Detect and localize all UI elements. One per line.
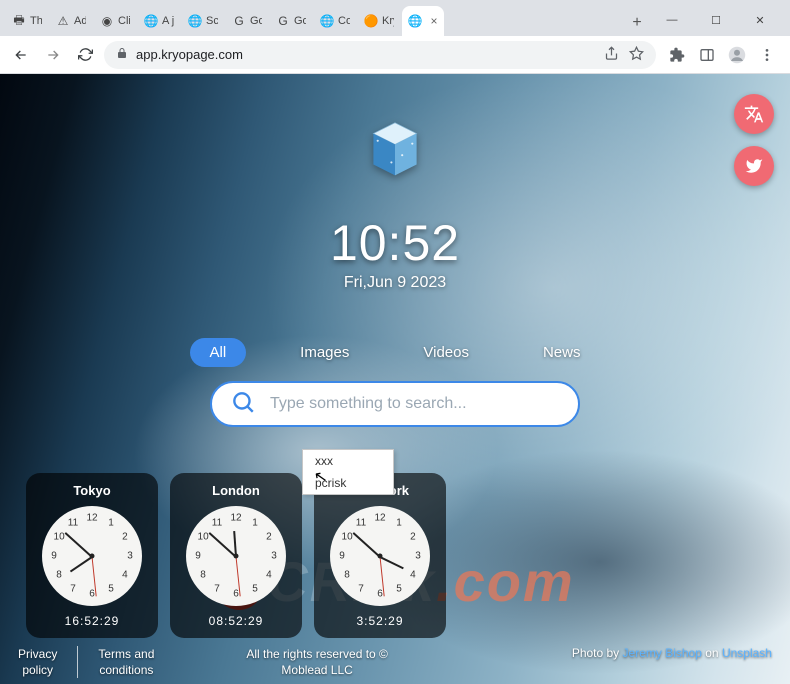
new-tab-button[interactable]: + <box>624 10 650 36</box>
favicon-icon: 🌐 <box>188 14 202 28</box>
clock-card: London 123456789101112 08:52:29 <box>170 473 302 638</box>
clock-digital: 08:52:29 <box>209 614 264 628</box>
tabs-strip: 🖶 The ⚠ Add ◉ Click 🌐 A jo 🌐 Scor G Goo G Goo 🌐 Com 🟠 Kry… <box>6 6 624 36</box>
clock-digital: 3:52:29 <box>356 614 403 628</box>
clock-face: 123456789101112 <box>330 506 430 606</box>
browser-tab[interactable]: ⚠ Add <box>50 6 92 36</box>
main-date: Fri,Jun 9 2023 <box>344 274 446 292</box>
twitter-button[interactable] <box>734 146 774 186</box>
profile-icon[interactable] <box>728 46 746 64</box>
browser-tab[interactable]: 🟠 Kryo <box>358 6 400 36</box>
clock-card: New York 123456789101112 3:52:29 <box>314 473 446 638</box>
extensions-icon[interactable] <box>668 46 686 64</box>
translate-button[interactable] <box>734 94 774 134</box>
privacy-policy-link[interactable]: Privacypolicy <box>18 646 57 678</box>
tab-label: Com <box>338 15 350 27</box>
lock-icon <box>116 47 128 62</box>
search-input[interactable] <box>270 395 560 413</box>
titlebar: 🖶 The ⚠ Add ◉ Click 🌐 A jo 🌐 Scor G Goo G Goo 🌐 Com 🟠 Kry… <box>0 0 790 36</box>
tab-label: A jo <box>162 15 174 27</box>
search-tab-news[interactable]: News <box>523 338 601 367</box>
favicon-icon: 🖶 <box>12 14 26 28</box>
copyright: All the rights reserved to ©Moblead LLC <box>246 646 388 678</box>
browser-tab[interactable]: 🌐 A jo <box>138 6 180 36</box>
logo-cube-icon <box>359 112 431 184</box>
url-text: app.kryopage.com <box>136 47 243 62</box>
search-tab-images[interactable]: Images <box>280 338 369 367</box>
clock-card: Tokyo 123456789101112 16:52:29 <box>26 473 158 638</box>
author-link[interactable]: Jeremy Bishop <box>623 646 702 660</box>
close-window-button[interactable]: ✕ <box>738 4 782 36</box>
favicon-icon: 🌐 <box>408 14 422 28</box>
reload-button[interactable] <box>72 42 98 68</box>
browser-tab[interactable]: 🌐 Scor <box>182 6 224 36</box>
favicon-icon: ⚠ <box>56 14 70 28</box>
back-button[interactable] <box>8 42 34 68</box>
address-bar[interactable]: app.kryopage.com <box>104 41 656 69</box>
main-clock: 10:52 <box>330 214 460 272</box>
favicon-icon: G <box>276 14 290 28</box>
world-clocks: Tokyo 123456789101112 16:52:29 London 12… <box>26 473 446 638</box>
browser-tab[interactable]: 🌐 Com <box>314 6 356 36</box>
share-icon[interactable] <box>604 46 619 64</box>
search-icon <box>230 389 256 420</box>
tab-label: Click <box>118 15 130 27</box>
search-box[interactable] <box>210 381 580 427</box>
browser-tab[interactable]: G Goo <box>270 6 312 36</box>
favicon-icon: ◉ <box>100 14 114 28</box>
clock-city: London <box>212 483 260 498</box>
tab-label: The <box>30 15 42 27</box>
sidepanel-icon[interactable] <box>698 46 716 64</box>
clock-digital: 16:52:29 <box>65 614 120 628</box>
tab-label: Goo <box>250 15 262 27</box>
clock-face: 123456789101112 <box>42 506 142 606</box>
unsplash-link[interactable]: Unsplash <box>722 646 772 660</box>
favicon-icon: 🌐 <box>320 14 334 28</box>
minimize-button[interactable]: — <box>650 4 694 36</box>
tab-label: Add <box>74 15 86 27</box>
browser-tab[interactable]: 🌐k× <box>402 6 444 36</box>
favicon-icon: G <box>232 14 246 28</box>
tab-label: Scor <box>206 15 218 27</box>
browser-tab[interactable]: ◉ Click <box>94 6 136 36</box>
browser-tab[interactable]: G Goo <box>226 6 268 36</box>
clock-city: Tokyo <box>73 483 110 498</box>
bookmark-icon[interactable] <box>629 46 644 64</box>
tab-label: Goo <box>294 15 306 27</box>
menu-icon[interactable] <box>758 46 776 64</box>
clock-face: 123456789101112 <box>186 506 286 606</box>
favicon-icon: 🟠 <box>364 14 378 28</box>
tab-label: Kryo <box>382 15 394 27</box>
search-tab-videos[interactable]: Videos <box>403 338 489 367</box>
page-content: 10:52 Fri,Jun 9 2023 All Images Videos News… <box>0 74 790 684</box>
search-tab-all[interactable]: All <box>190 338 247 367</box>
maximize-button[interactable]: ☐ <box>694 4 738 36</box>
tab-close-icon[interactable]: × <box>430 15 438 27</box>
favicon-icon: 🌐 <box>144 14 158 28</box>
footer: Privacypolicy Terms andconditions All th… <box>0 646 790 678</box>
photo-credit: Photo by Jeremy Bishop on Unsplash <box>572 646 772 678</box>
forward-button[interactable] <box>40 42 66 68</box>
browser-tab[interactable]: 🖶 The <box>6 6 48 36</box>
terms-link[interactable]: Terms andconditions <box>98 646 154 678</box>
browser-toolbar: app.kryopage.com <box>0 36 790 74</box>
search-tabs: All Images Videos News <box>190 338 601 367</box>
